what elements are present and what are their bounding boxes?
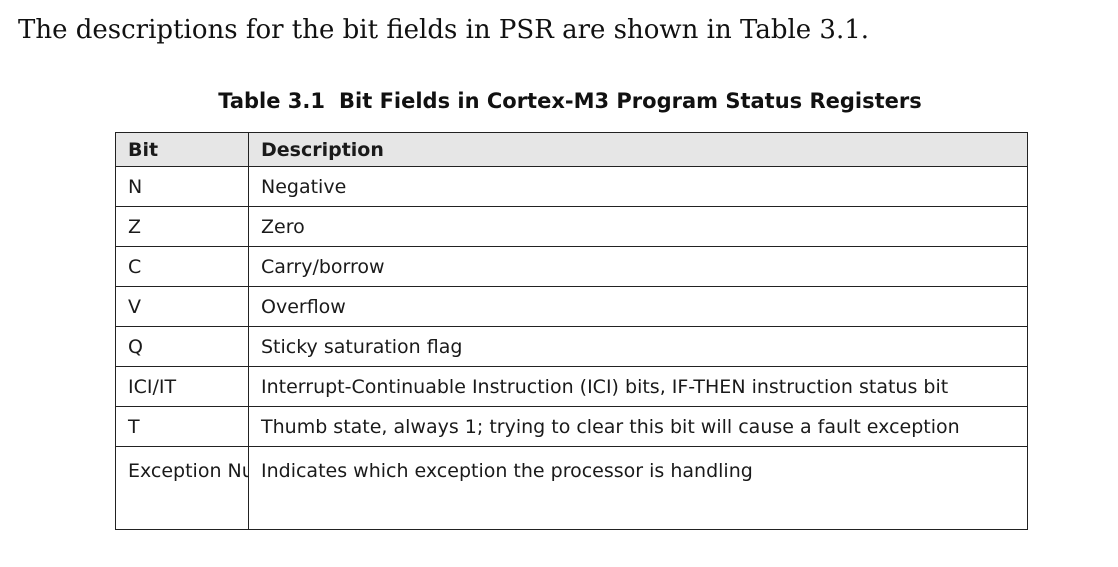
bit-cell: T xyxy=(115,406,249,447)
table-row: ICI/IT Interrupt-Continuable Instruction… xyxy=(115,366,1028,407)
bit-cell: ICI/IT xyxy=(115,366,249,407)
description-cell: Negative xyxy=(248,166,1028,207)
bit-cell: V xyxy=(115,286,249,327)
table-caption-title: Bit Fields in Cortex-M3 Program Status R… xyxy=(339,89,922,113)
bit-cell: N xyxy=(115,166,249,207)
description-cell: Overflow xyxy=(248,286,1028,327)
intro-paragraph: The descriptions for the bit fields in P… xyxy=(18,15,870,45)
bit-cell: Z xyxy=(115,206,249,247)
description-cell: Sticky saturation flag xyxy=(248,326,1028,367)
description-cell: Carry/borrow xyxy=(248,246,1028,287)
bit-fields-table: Bit Description N Negative Z Zero C Carr… xyxy=(115,132,1028,530)
table-row: C Carry/borrow xyxy=(115,246,1028,287)
bit-cell: C xyxy=(115,246,249,287)
description-cell: Thumb state, always 1; trying to clear t… xyxy=(248,406,1028,447)
bit-cell: Exception Number xyxy=(115,446,249,530)
table-row: T Thumb state, always 1; trying to clear… xyxy=(115,406,1028,447)
description-cell: Zero xyxy=(248,206,1028,247)
table-row: Exception Number Indicates which excepti… xyxy=(115,446,1028,530)
table-caption-number: Table 3.1 xyxy=(218,89,326,113)
column-header-description: Description xyxy=(248,132,1028,167)
table-row: Q Sticky saturation flag xyxy=(115,326,1028,367)
table-row: N Negative xyxy=(115,166,1028,207)
table-header-row: Bit Description xyxy=(115,132,1028,167)
bit-cell: Q xyxy=(115,326,249,367)
table-row: Z Zero xyxy=(115,206,1028,247)
table-caption: Table 3.1 Bit Fields in Cortex-M3 Program… xyxy=(0,86,1118,116)
column-header-bit: Bit xyxy=(115,132,249,167)
description-cell: Indicates which exception the processor … xyxy=(248,446,1028,530)
table-row: V Overflow xyxy=(115,286,1028,327)
description-cell: Interrupt-Continuable Instruction (ICI) … xyxy=(248,366,1028,407)
